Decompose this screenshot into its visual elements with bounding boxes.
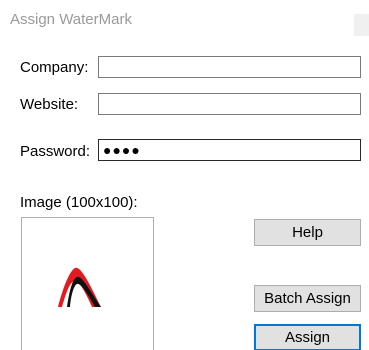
image-preview[interactable] — [21, 217, 154, 350]
password-input[interactable]: ●●●● — [98, 139, 361, 161]
assign-button[interactable]: Assign — [254, 324, 361, 350]
watermark-logo-icon — [58, 267, 101, 307]
company-label: Company: — [20, 59, 89, 76]
website-input[interactable] — [98, 93, 361, 115]
close-button[interactable] — [354, 14, 369, 36]
password-label: Password: — [20, 143, 91, 160]
window-title: Assign WaterMark — [10, 11, 132, 28]
batch-assign-button[interactable]: Batch Assign — [254, 285, 361, 312]
password-mask: ●●●● — [103, 142, 141, 158]
image-label: Image (100x100): — [20, 194, 138, 211]
help-button[interactable]: Help — [254, 219, 361, 246]
title-bar: Assign WaterMark — [0, 0, 369, 44]
website-label: Website: — [20, 96, 79, 113]
company-input[interactable] — [98, 56, 361, 78]
